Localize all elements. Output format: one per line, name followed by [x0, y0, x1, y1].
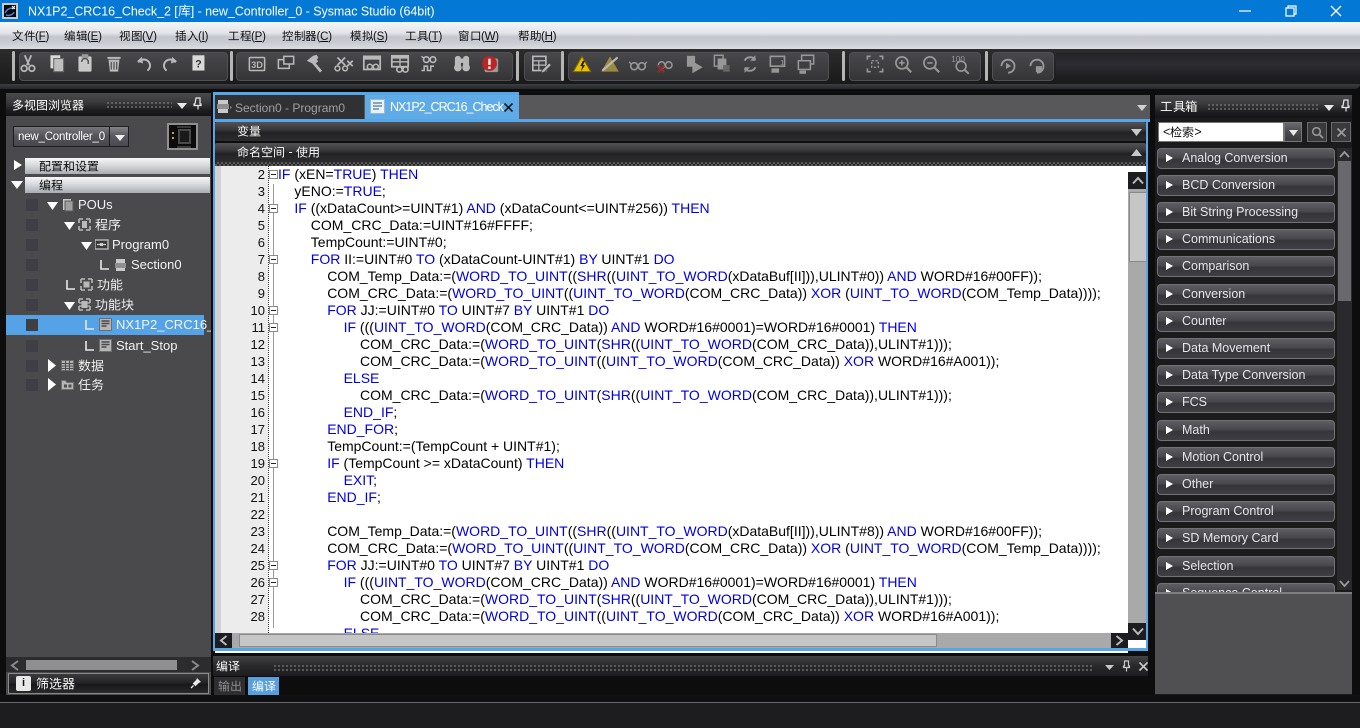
svg-text:1: 1 [780, 58, 784, 67]
svg-text:?: ? [195, 58, 202, 70]
svg-text:3D: 3D [251, 60, 263, 70]
